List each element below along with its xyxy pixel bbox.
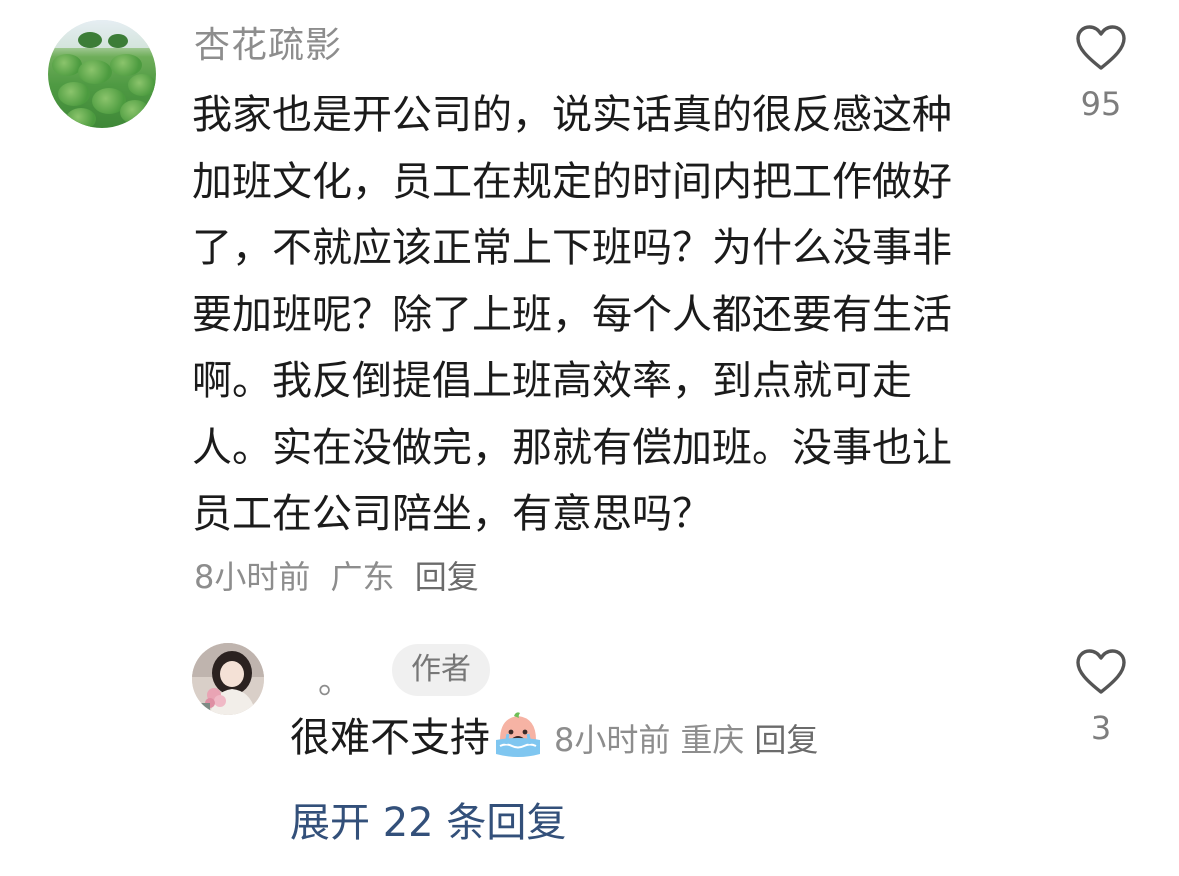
reply-comment-body: 很难不支持 8小时前 重庆 回复 — [290, 710, 828, 768]
expand-replies-link[interactable]: 展开 22 条回复 — [290, 796, 566, 850]
main-comment-meta: 8小时前 广东 回复 — [194, 554, 489, 600]
avatar-leaf — [58, 82, 90, 106]
comment-line: 了，不就应该正常上下班吗？为什么没事非 — [192, 225, 952, 271]
like-count: 95 — [1080, 85, 1122, 123]
comment-line: 员工在公司陪坐，有意思吗？ — [192, 491, 712, 537]
reply-comment-meta: 8小时前 重庆 回复 — [554, 721, 828, 759]
reply-comment-username[interactable]: 。 — [318, 660, 352, 704]
author-badge: 作者 — [392, 644, 490, 696]
comment-line: 加班文化，员工在规定的时间内把工作做好 — [192, 158, 952, 205]
avatar-leaf — [128, 74, 156, 96]
main-comment-username[interactable]: 杏花疏影 — [194, 22, 342, 70]
reply-button[interactable]: 回复 — [415, 558, 479, 596]
comment-line: 人。实在没做完，那就有偿加班。没事也让 — [192, 424, 952, 471]
comment-line: 要加班呢？除了上班，每个人都还要有生活 — [192, 291, 952, 338]
comment-time: 8小时前 — [554, 721, 671, 759]
comment-line: 我家也是开公司的，说实话真的很反感这种 — [192, 92, 952, 138]
comment-time: 8小时前 — [194, 558, 311, 596]
avatar-tree — [78, 32, 102, 48]
portrait-image — [192, 643, 264, 715]
comment-location: 广东 — [330, 558, 395, 596]
avatar-leaf — [120, 100, 150, 124]
main-like-control[interactable]: 95 — [1056, 24, 1146, 124]
avatar-sky — [48, 20, 156, 49]
comment-line: 啊。我反倒提倡上班高效率，到点就可走 — [192, 358, 912, 404]
avatar-leaf — [110, 54, 142, 76]
reply-like-control[interactable]: 3 — [1056, 648, 1146, 748]
like-count: 3 — [1090, 709, 1112, 747]
reply-comment-avatar[interactable] — [192, 643, 264, 715]
crying-face-emoji-icon — [496, 712, 540, 757]
main-comment-text: 我家也是开公司的，说实话真的很反感这种 加班文化，员工在规定的时间内把工作做好 … — [192, 82, 1022, 548]
heart-outline-icon[interactable] — [1075, 24, 1127, 72]
heart-outline-icon[interactable] — [1075, 648, 1127, 696]
main-comment-avatar[interactable] — [48, 20, 156, 128]
reply-comment-text: 很难不支持 — [290, 715, 490, 761]
reply-button[interactable]: 回复 — [754, 721, 818, 759]
avatar-leaf — [78, 60, 112, 84]
comment-location: 重庆 — [680, 721, 745, 759]
avatar-leaf — [66, 108, 96, 128]
avatar-tree — [108, 34, 128, 48]
